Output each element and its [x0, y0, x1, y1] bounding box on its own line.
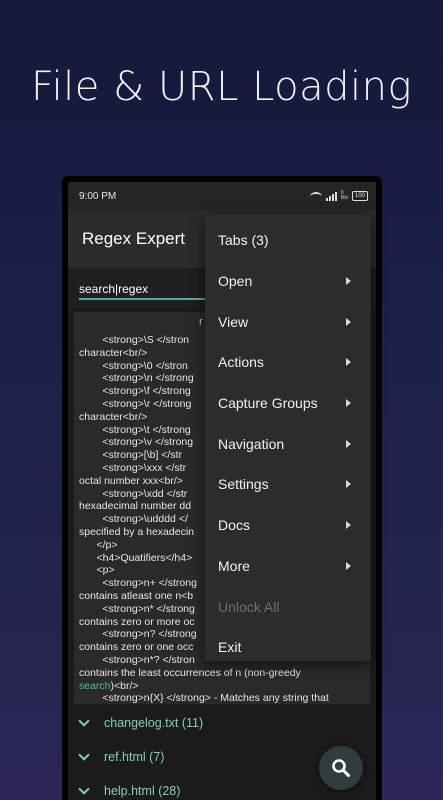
- menu-item-label: More: [218, 557, 250, 574]
- search-icon: [332, 759, 350, 777]
- code-header-fragment: r: [199, 316, 203, 328]
- menu-item-label: View: [218, 313, 249, 330]
- code-line-rest: )<br/>: [110, 679, 139, 692]
- menu-item-docs[interactable]: Docs: [205, 505, 371, 546]
- chevron-down-icon: [78, 749, 90, 761]
- signal-icon: [325, 191, 337, 201]
- caret-right-icon: [346, 358, 351, 367]
- caret-right-icon: [346, 317, 351, 326]
- menu-item-label: Unlock All: [218, 598, 280, 615]
- network-speed: 0 B/s: [340, 190, 348, 201]
- menu-item-tabs-3[interactable]: Tabs (3): [205, 220, 371, 261]
- caret-right-icon: [346, 480, 351, 489]
- menu-item-label: Capture Groups: [218, 395, 318, 412]
- menu-item-view[interactable]: View: [205, 301, 371, 342]
- menu-item-open[interactable]: Open: [205, 261, 371, 302]
- chevron-down-icon: [78, 715, 90, 727]
- caret-right-icon: [346, 399, 351, 408]
- menu-item-exit[interactable]: Exit: [205, 627, 371, 668]
- file-list-item-label: changelog.txt (11): [104, 716, 204, 730]
- menu-item-more[interactable]: More: [205, 546, 371, 587]
- menu-item-label: Navigation: [218, 435, 285, 452]
- search-input[interactable]: [79, 280, 209, 300]
- code-line: <strong>n{X} </strong> - Matches any str…: [79, 692, 329, 704]
- file-list-item[interactable]: changelog.txt (11): [68, 706, 376, 740]
- app-title: Regex Expert: [82, 229, 185, 248]
- menu-item-settings[interactable]: Settings: [205, 464, 371, 505]
- overflow-menu: Tabs (3) Open View Actions Capture Groups Nav…: [205, 214, 371, 661]
- menu-item-navigation[interactable]: Navigation: [205, 423, 371, 464]
- menu-item-unlock-all: Unlock All: [205, 586, 371, 627]
- wifi-icon: [309, 191, 322, 201]
- caret-right-icon: [346, 521, 351, 530]
- chevron-down-icon: [78, 783, 90, 795]
- caret-right-icon: [346, 277, 351, 286]
- menu-item-label: Docs: [218, 517, 250, 534]
- menu-item-label: Tabs (3): [218, 232, 269, 249]
- match-highlight: search: [79, 679, 111, 692]
- menu-item-label: Actions: [218, 354, 264, 371]
- status-time: 9:00 PM: [79, 190, 117, 202]
- battery-icon: 100: [351, 191, 368, 201]
- file-list-item-label: help.html (28): [104, 784, 181, 798]
- status-bar: 9:00 PM 0 B/s 100: [68, 182, 376, 210]
- code-line: contains the least occurrences of n (non…: [79, 666, 301, 679]
- menu-item-label: Exit: [218, 639, 242, 656]
- search-fab[interactable]: [319, 746, 363, 790]
- code-line: search)<br/>: [79, 680, 329, 693]
- file-list-item-label: ref.html (7): [104, 750, 165, 764]
- menu-item-label: Open: [218, 273, 253, 290]
- menu-item-capture-groups[interactable]: Capture Groups: [205, 383, 371, 424]
- caret-right-icon: [346, 561, 351, 570]
- menu-item-actions[interactable]: Actions: [205, 342, 371, 383]
- menu-item-label: Settings: [218, 476, 269, 493]
- promo-headline: File & URL Loading: [30, 64, 413, 110]
- caret-right-icon: [346, 439, 351, 448]
- status-icons: 0 B/s 100: [309, 190, 368, 201]
